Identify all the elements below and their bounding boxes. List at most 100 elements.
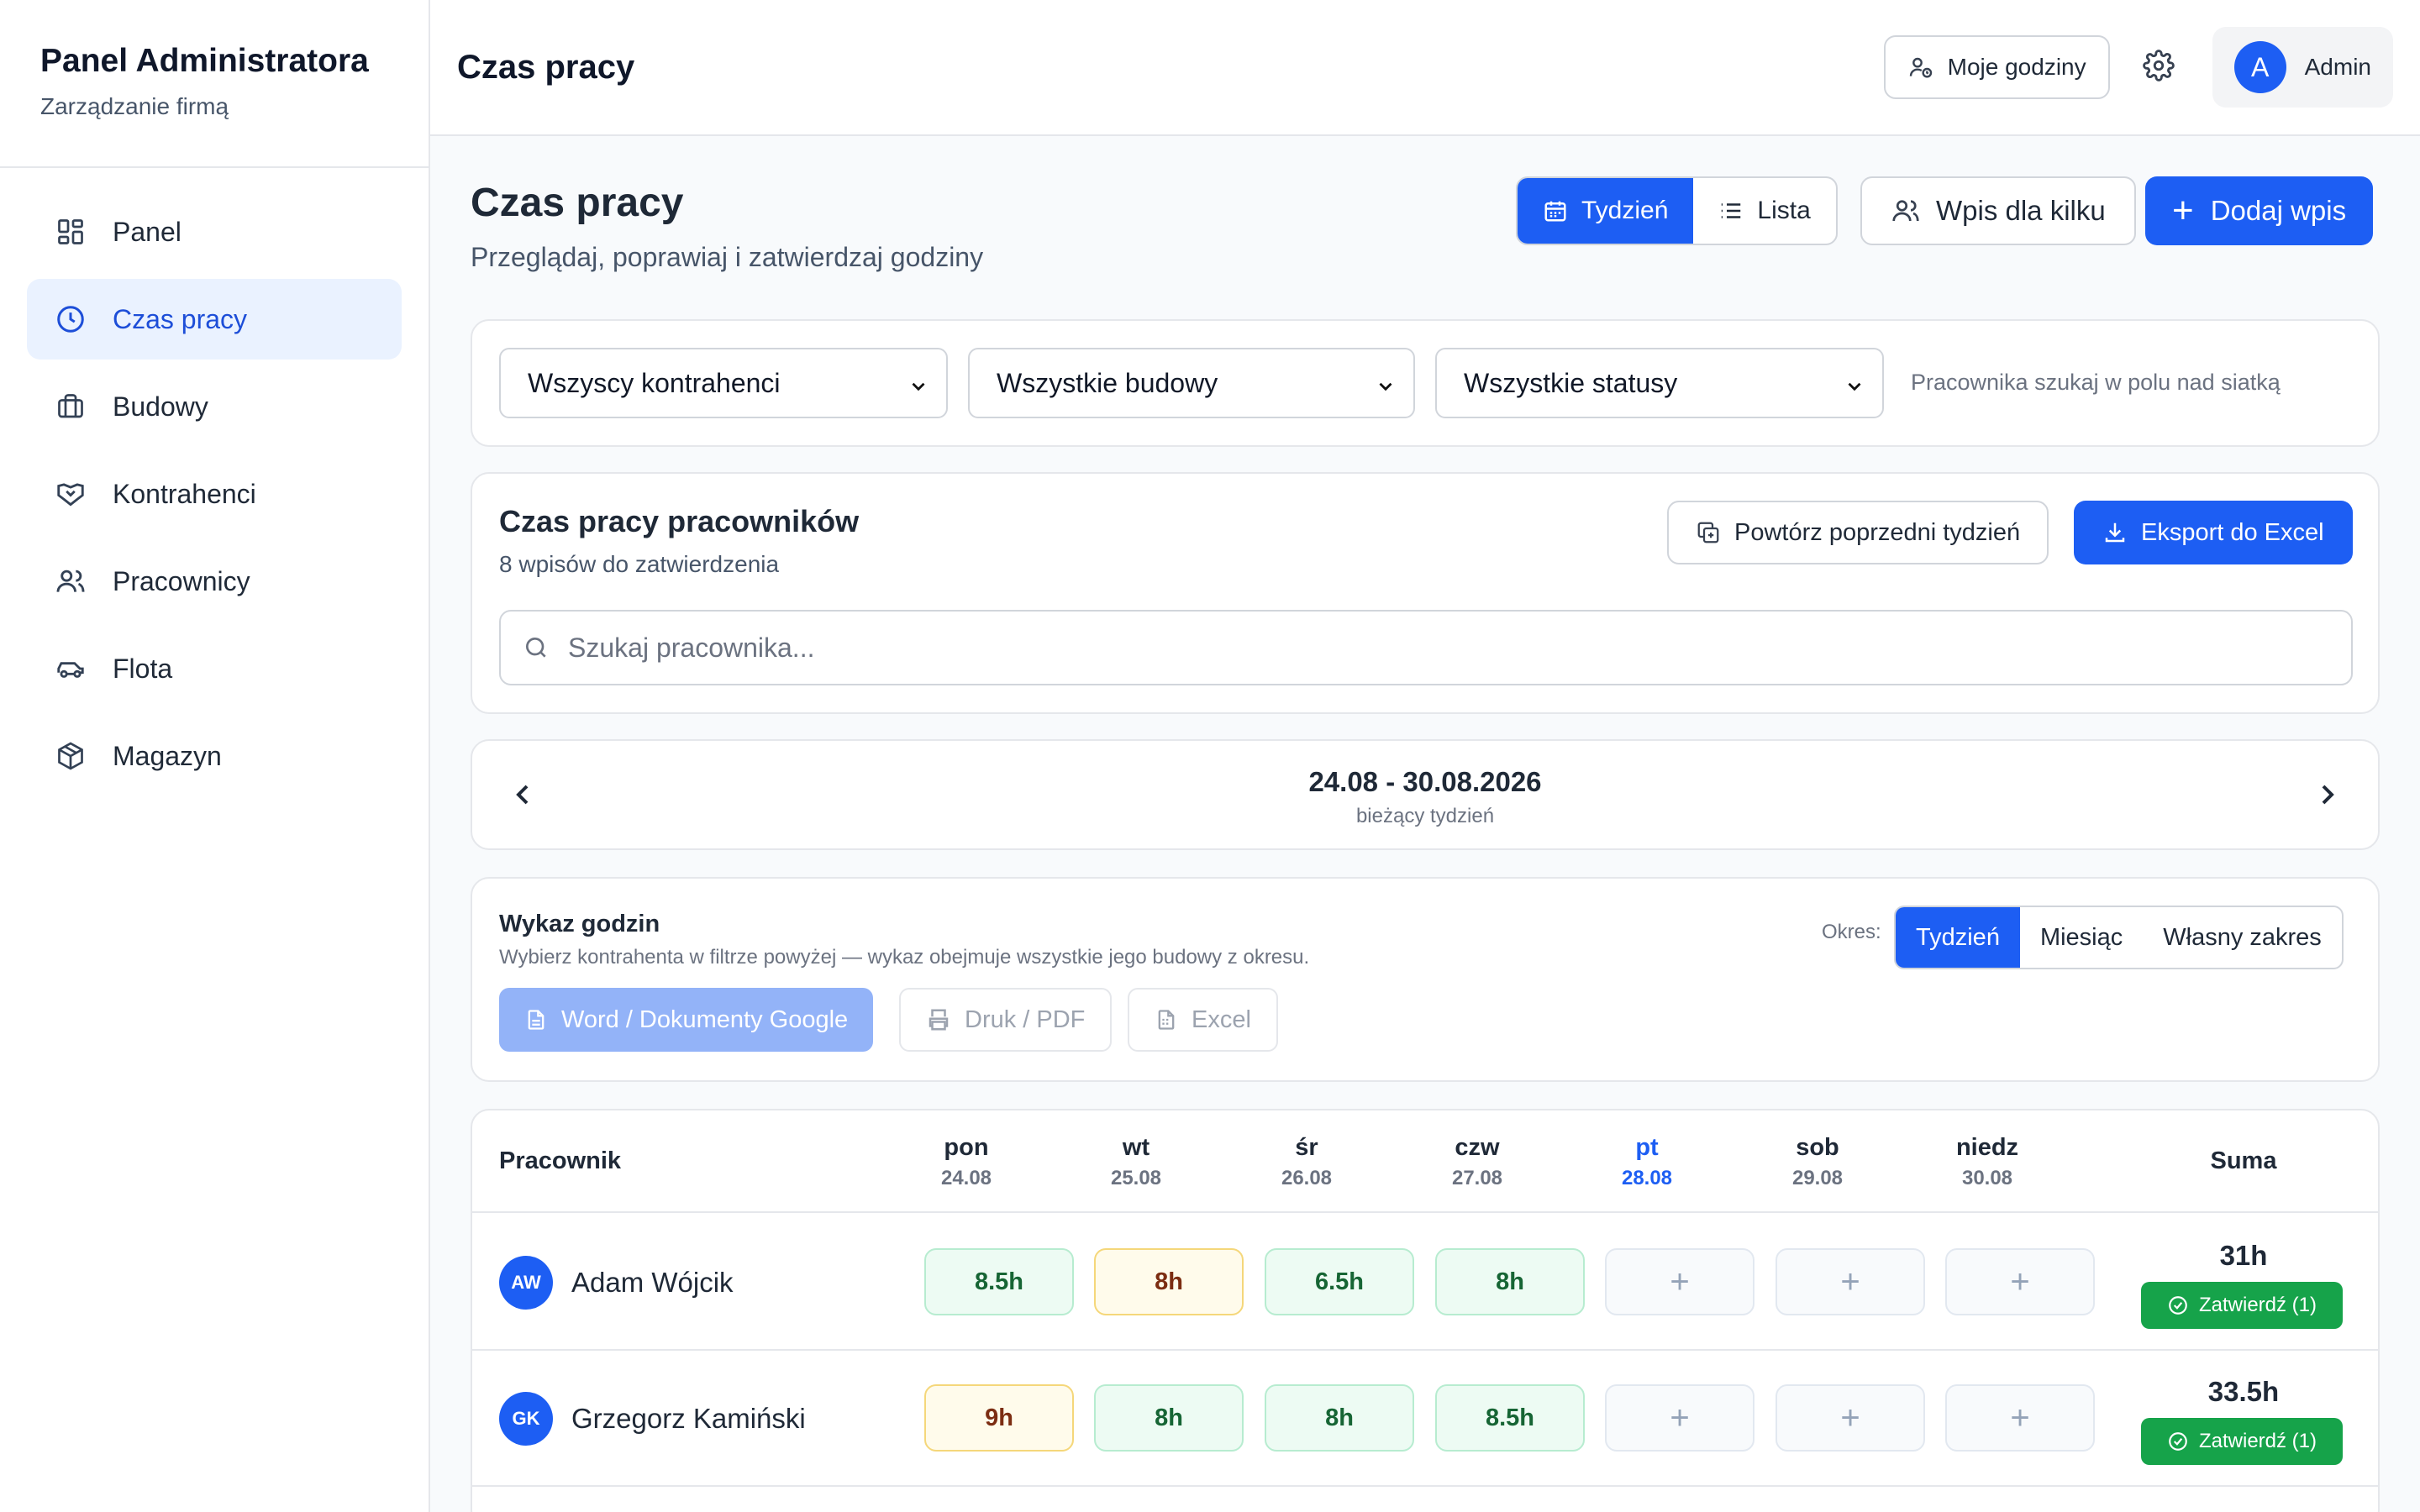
table-row: AW Adam Wójcik 8.5h 8h 6.5h 8h + + + 31h… [472, 1215, 2378, 1351]
hours-cell[interactable]: 8.5h [1435, 1384, 1585, 1452]
employee-avatar: GK [499, 1392, 553, 1446]
day-name: sob [1796, 1134, 1839, 1161]
sidebar-item-czas-pracy[interactable]: Czas pracy [27, 279, 402, 360]
sidebar-item-label: Panel [113, 216, 182, 247]
print-pdf-button[interactable]: Druk / PDF [899, 988, 1113, 1052]
main-content: Czas pracy Przeglądaj, poprawiaj i zatwi… [471, 136, 2380, 1512]
sidebar-item-label: Budowy [113, 391, 208, 422]
page-header: Czas pracy Przeglądaj, poprawiaj i zatwi… [471, 136, 2380, 319]
add-hours-cell[interactable]: + [1945, 1248, 2095, 1315]
briefcase-icon [54, 390, 87, 423]
excel-report-button[interactable]: Excel [1128, 988, 1278, 1052]
sidebar-item-panel[interactable]: Panel [27, 192, 402, 272]
app-title: Panel Administratora [40, 43, 369, 79]
period-label: Okres: [1822, 921, 1881, 943]
period-month-tab[interactable]: Miesiąc [2020, 907, 2143, 968]
export-excel-label: Eksport do Excel [2141, 518, 2324, 546]
hours-cell[interactable]: 8h [1265, 1384, 1414, 1452]
topbar: Czas pracy Moje godziny A Admin [430, 0, 2420, 136]
sidebar-item-label: Czas pracy [113, 303, 248, 334]
word-export-button[interactable]: Word / Dokumenty Google [499, 988, 874, 1052]
hours-cell[interactable]: 9h [924, 1384, 1074, 1452]
period-toggle: Tydzień Miesiąc Własny zakres [1894, 906, 2344, 969]
add-hours-cell[interactable]: + [1605, 1248, 1754, 1315]
approve-button[interactable]: Zatwierdź (1) [2141, 1418, 2343, 1465]
employee-column-header: Pracownik [499, 1147, 622, 1174]
box-icon [54, 739, 87, 773]
add-hours-cell[interactable]: + [1945, 1384, 2095, 1452]
day-header: niedz 30.08 [1912, 1134, 2063, 1190]
approve-label: Zatwierdź (1) [2198, 1430, 2317, 1452]
day-date: 25.08 [1110, 1167, 1162, 1189]
hours-cell[interactable]: 8h [1435, 1248, 1585, 1315]
car-icon [54, 652, 87, 685]
approve-button[interactable]: Zatwierdź (1) [2141, 1282, 2343, 1329]
sidebar-item-budowy[interactable]: Budowy [27, 366, 402, 447]
day-date: 27.08 [1451, 1167, 1503, 1189]
sidebar-item-flota[interactable]: Flota [27, 628, 402, 709]
add-hours-cell[interactable]: + [1776, 1248, 1925, 1315]
view-list-label: Lista [1757, 197, 1811, 224]
site-select[interactable]: Wszystkie budowy [968, 348, 1415, 418]
employees-title: Czas pracy pracowników [499, 504, 860, 538]
add-hours-cell[interactable]: + [1776, 1384, 1925, 1452]
sidebar-item-label: Pracownicy [113, 565, 250, 596]
sidebar-item-label: Magazyn [113, 740, 222, 771]
multi-entry-button[interactable]: Wpis dla kilku [1860, 176, 2136, 245]
chevron-down-icon [1375, 373, 1397, 404]
day-header-today: pt 28.08 [1571, 1134, 1723, 1190]
add-hours-cell[interactable]: + [1605, 1384, 1754, 1452]
add-entry-button[interactable]: + Dodaj wpis [2145, 176, 2374, 245]
repeat-week-button[interactable]: Powtórz poprzedni tydzień [1667, 501, 2049, 564]
sidebar: Panel Administratora Zarządzanie firmą P… [0, 0, 430, 1512]
view-list-tab[interactable]: Lista [1693, 178, 1835, 244]
check-circle-icon [2167, 1294, 2189, 1316]
hours-cell[interactable]: 8h [1094, 1384, 1244, 1452]
day-date: 30.08 [1961, 1167, 2013, 1189]
my-hours-button[interactable]: Moje godziny [1883, 35, 2110, 99]
app-subtitle: Zarządzanie firmą [40, 92, 229, 119]
week-navigator: 24.08 - 30.08.2026 bieżący tydzień [471, 739, 2380, 850]
day-name: pon [944, 1134, 989, 1161]
employee-avatar: AW [499, 1256, 553, 1310]
check-circle-icon [2167, 1431, 2189, 1452]
day-name: czw [1455, 1134, 1500, 1161]
chevron-right-icon[interactable] [2311, 778, 2344, 816]
day-name: niedz [1955, 1134, 2019, 1161]
view-week-tab[interactable]: Tydzień [1518, 178, 1694, 244]
status-select-value: Wszystkie statusy [1464, 367, 1678, 398]
users-icon [54, 564, 87, 598]
sidebar-item-pracownicy[interactable]: Pracownicy [27, 541, 402, 622]
hours-cell[interactable]: 8.5h [924, 1248, 1074, 1315]
page-title: Czas pracy [471, 181, 684, 225]
search-input[interactable] [568, 632, 2249, 664]
printer-icon [926, 1007, 951, 1032]
period-week-tab[interactable]: Tydzień [1896, 907, 2020, 968]
topbar-title: Czas pracy [457, 48, 635, 86]
row-total: 33.5h [2207, 1376, 2280, 1407]
week-label: bieżący tydzień [1355, 805, 1495, 827]
user-name: Admin [2304, 54, 2371, 80]
report-subtitle: Wybierz kontrahenta w filtrze powyżej — … [499, 946, 1310, 969]
document-icon [524, 1008, 548, 1032]
timesheet-grid: Pracownik pon 24.08 wt 25.08 śr 26.08 cz… [471, 1109, 2380, 1512]
copy-icon [1696, 520, 1721, 545]
employee-search [499, 610, 2353, 685]
day-name: wt [1122, 1134, 1150, 1161]
multi-entry-label: Wpis dla kilku [1936, 195, 2106, 226]
user-menu[interactable]: A Admin [2212, 27, 2393, 108]
employees-card: Czas pracy pracowników 8 wpisów do zatwi… [471, 472, 2380, 714]
hours-cell[interactable]: 8h [1094, 1248, 1244, 1315]
status-select[interactable]: Wszystkie statusy [1435, 348, 1884, 418]
print-pdf-label: Druk / PDF [965, 1005, 1086, 1033]
download-icon [2102, 520, 2128, 545]
export-excel-button[interactable]: Eksport do Excel [2074, 501, 2353, 564]
period-custom-tab[interactable]: Własny zakres [2143, 907, 2342, 968]
day-date: 26.08 [1281, 1167, 1333, 1189]
settings-button[interactable] [2127, 35, 2191, 99]
sidebar-item-magazyn[interactable]: Magazyn [27, 716, 402, 796]
contractor-select[interactable]: Wszyscy kontrahenci [499, 348, 948, 418]
hours-cell[interactable]: 6.5h [1265, 1248, 1414, 1315]
sidebar-item-kontrahenci[interactable]: Kontrahenci [27, 454, 402, 534]
grid-header: Pracownik pon 24.08 wt 25.08 śr 26.08 cz… [472, 1110, 2378, 1213]
